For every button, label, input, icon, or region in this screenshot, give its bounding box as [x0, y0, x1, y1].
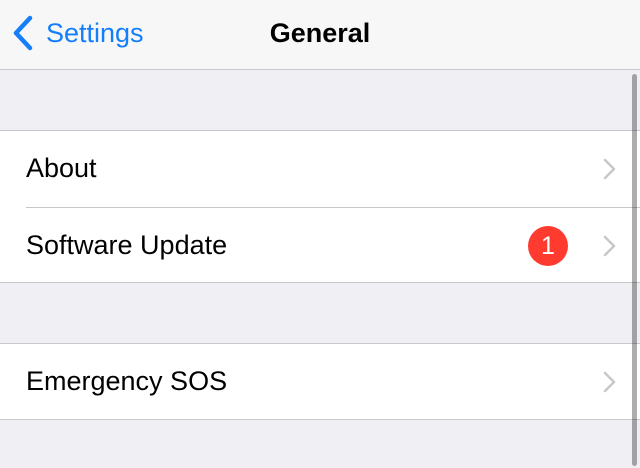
settings-screen: Settings General About Software Update 1: [0, 0, 640, 468]
page-title: General: [269, 18, 371, 48]
settings-row-software-update[interactable]: Software Update 1: [0, 207, 640, 283]
scrollbar[interactable]: [632, 74, 637, 466]
navigation-bar: Settings General: [0, 0, 640, 70]
row-content: Emergency SOS: [26, 344, 640, 420]
row-label-about: About: [26, 153, 97, 183]
row-label-software-update: Software Update: [26, 230, 228, 260]
chevron-right-icon: [603, 158, 616, 180]
notification-badge: 1: [528, 226, 568, 266]
row-content: Software Update 1: [26, 207, 640, 283]
row-label-emergency-sos: Emergency SOS: [26, 366, 228, 396]
settings-group-2: Emergency SOS: [0, 343, 640, 420]
settings-row-emergency-sos[interactable]: Emergency SOS: [0, 344, 640, 420]
settings-row-about[interactable]: About: [0, 131, 640, 207]
chevron-right-icon: [603, 371, 616, 393]
settings-group-1: About Software Update 1: [0, 130, 640, 283]
row-content: About: [26, 131, 640, 207]
chevron-right-icon: [603, 235, 616, 257]
